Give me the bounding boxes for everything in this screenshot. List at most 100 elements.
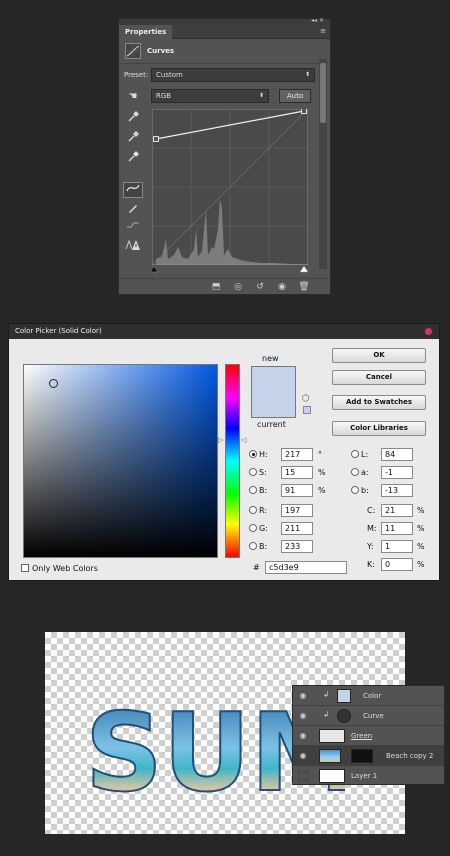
layer-thumbnail [319,749,341,763]
g-input[interactable]: 211 [281,522,313,535]
curve-point-right [301,109,307,114]
hand-icon[interactable]: ☚ [123,89,143,105]
color-cursor[interactable] [49,379,58,388]
b-input[interactable]: 91 [281,484,313,497]
tab-properties[interactable]: Properties [119,25,173,39]
eye-icon[interactable]: ◉ [298,711,308,721]
a-label: a: [361,468,369,477]
hex-label: # [253,563,260,572]
dialog-titlebar: Color Picker (Solid Color) [9,324,439,339]
cancel-button[interactable]: Cancel [332,370,426,385]
layer-name: Curve [363,712,384,720]
color-libraries-button[interactable]: Color Libraries [332,421,426,436]
b-radio[interactable] [249,486,257,494]
hex-input[interactable]: c5d3e9 [265,561,347,574]
eyedropper-black-icon[interactable] [123,111,143,127]
s-unit: % [318,468,326,477]
trash-icon[interactable]: 🗑 [297,281,311,293]
g-radio[interactable] [249,524,257,532]
eye-icon[interactable]: ◉ [298,731,308,741]
s-input[interactable]: 15 [281,466,313,479]
y-unit: % [417,542,425,551]
hue-slider[interactable] [225,364,240,558]
s-label: S: [259,468,267,477]
curves-icon [125,43,141,59]
input-slider[interactable] [149,265,309,273]
h-label: H: [259,450,268,459]
eye-off-icon[interactable] [298,771,308,781]
smooth-icon[interactable] [123,220,143,236]
s-radio[interactable] [249,468,257,476]
c-field: C: 21 % [367,504,437,518]
layer-mask-thumbnail [351,749,373,763]
k-input[interactable]: 0 [381,558,413,571]
curve-graph[interactable] [152,109,308,265]
lab-b-input[interactable]: -13 [381,484,413,497]
cube-icon[interactable]: ⬡ [302,394,310,404]
eyedropper-gray-icon[interactable] [123,131,143,147]
clip-arrow-icon: ↲ [323,710,330,719]
a-radio[interactable] [351,468,359,476]
channel-select[interactable]: RGB ⬍ [151,89,269,103]
collapse-panel-icon[interactable]: ◂◂ ✕ [311,17,324,25]
r-input[interactable]: 197 [281,504,313,517]
layer-thumbnail [319,769,345,783]
clip-to-layer-icon[interactable]: ⬒ [209,281,223,293]
pencil-icon[interactable] [123,202,143,218]
preset-select[interactable]: Custom ⬍ [151,68,315,82]
ok-button[interactable]: OK [332,348,426,363]
hue-right-arrow-icon[interactable]: ◁ [241,436,246,444]
close-icon[interactable] [424,327,433,336]
new-label: new [262,354,279,363]
only-web-colors-label: Only Web Colors [32,564,98,573]
preset-value: Custom [156,71,183,79]
chevron-updown-icon: ⬍ [258,92,264,99]
m-input[interactable]: 11 [381,522,413,535]
panel-scrollbar[interactable] [319,59,327,269]
h-input[interactable]: 217 [281,448,313,461]
l-input[interactable]: 84 [381,448,413,461]
y-input[interactable]: 1 [381,540,413,553]
saturation-brightness-field[interactable] [23,364,218,558]
visibility-eye-icon[interactable]: ◉ [275,281,289,293]
blue-input[interactable]: 233 [281,540,313,553]
channel-value: RGB [156,92,172,100]
g-field: G: 211 [249,522,329,536]
lab-b-label: b: [361,486,369,495]
add-to-swatches-button[interactable]: Add to Swatches [332,395,426,410]
only-web-colors-checkbox[interactable]: Only Web Colors [21,564,98,573]
web-safe-swatch[interactable] [303,406,311,414]
eye-icon[interactable]: ◉ [298,751,308,761]
l-label: L: [361,450,369,459]
a-input[interactable]: -1 [381,466,413,479]
hue-left-arrow-icon[interactable]: ▷ [218,436,223,444]
panel-bottombar: ⬒ ◎ ↺ ◉ 🗑 [119,278,330,294]
r-label: R: [259,506,268,515]
eyedropper-white-icon[interactable] [123,151,143,167]
layer-row-green[interactable]: ◉ Green [293,726,444,746]
layer-row-layer-1[interactable]: Layer 1 [293,766,444,786]
adjustment-icon [337,709,351,723]
layer-row-color[interactable]: ◉ ↲ Color [293,686,444,706]
c-input[interactable]: 21 [381,504,413,517]
auto-button[interactable]: Auto [279,89,311,103]
blue-radio[interactable] [249,542,257,550]
h-radio[interactable] [249,450,257,458]
layer-row-curve[interactable]: ◉ ↲ Curve [293,706,444,726]
checkbox-box[interactable] [21,564,29,572]
curve-tool-icon[interactable] [123,182,143,198]
clip-arrow-icon: ↲ [323,690,330,699]
y-label: Y: [367,542,374,551]
l-radio[interactable] [351,450,359,458]
eye-icon[interactable]: ◉ [298,691,308,701]
scrollbar-thumb[interactable] [320,63,326,123]
lab-b-radio[interactable] [351,486,359,494]
warning-icon[interactable] [123,239,143,255]
g-label: G: [259,524,268,533]
reset-icon[interactable]: ↺ [253,281,267,293]
view-previous-icon[interactable]: ◎ [231,281,245,293]
m-label: M: [367,524,377,533]
layer-row-beach-copy-2[interactable]: ◉ Beach copy 2 [293,746,444,766]
r-radio[interactable] [249,506,257,514]
panel-menu-icon[interactable]: ≡ [320,27,326,35]
